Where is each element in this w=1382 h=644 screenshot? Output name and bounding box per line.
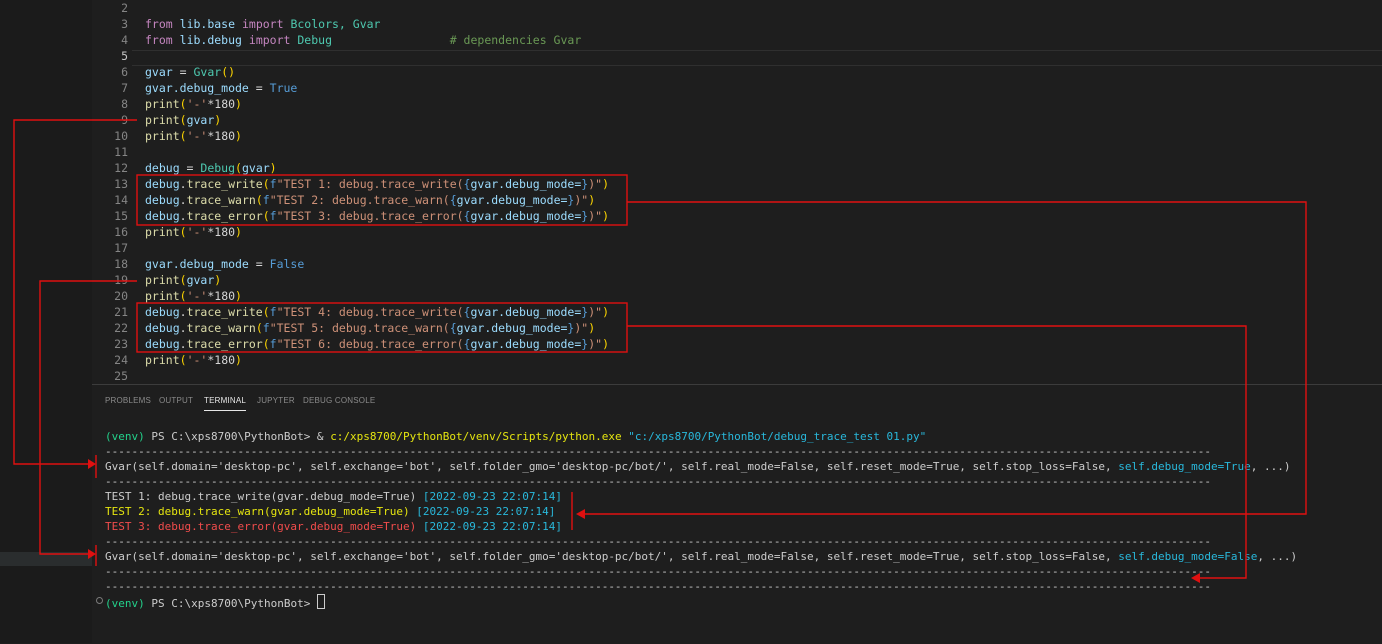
line-number: 12 (114, 161, 128, 175)
code-line-24[interactable]: 24 print('-'*180) (92, 352, 1382, 368)
terminal-gvar-output: Gvar(self.domain='desktop-pc', self.exch… (105, 550, 1298, 563)
line-number: 9 (121, 113, 128, 127)
terminal-separator: ----------------------------------------… (105, 565, 1211, 578)
code-text: debug = Debug(gvar) (145, 161, 277, 175)
line-number: 10 (114, 129, 128, 143)
code-text: debug.trace_write(f"TEST 4: debug.trace_… (145, 305, 609, 319)
line-number: 25 (114, 369, 128, 383)
terminal-separator: ----------------------------------------… (105, 580, 1211, 593)
tab-jupyter[interactable]: JUPYTER (257, 396, 295, 405)
terminal-separator: ----------------------------------------… (105, 475, 1211, 488)
code-line-6[interactable]: 6 gvar = Gvar() (92, 64, 1382, 80)
code-text: gvar.debug_mode = True (145, 81, 298, 95)
code-text: debug.trace_warn(f"TEST 2: debug.trace_w… (145, 193, 596, 207)
line-number: 4 (121, 33, 128, 47)
code-line-8[interactable]: 8 print('-'*180) (92, 96, 1382, 112)
code-line-12[interactable]: 12 debug = Debug(gvar) (92, 160, 1382, 176)
code-line-18[interactable]: 18 gvar.debug_mode = False (92, 256, 1382, 272)
terminal-test2: TEST 2: debug.trace_warn(gvar.debug_mode… (105, 505, 556, 518)
tab-terminal[interactable]: TERMINAL (204, 396, 247, 411)
line-number: 2 (121, 1, 128, 15)
terminal-command-line: (venv) PS C:\xps8700\PythonBot> & c:/xps… (105, 430, 927, 443)
terminal-gvar-output: Gvar(self.domain='desktop-pc', self.exch… (105, 460, 1291, 473)
code-text: gvar.debug_mode = False (145, 257, 305, 271)
code-line-3[interactable]: 3 from lib.base import Bcolors, Gvar (92, 16, 1382, 32)
code-line-13[interactable]: 13 debug.trace_write(f"TEST 1: debug.trac… (92, 176, 1382, 192)
code-line-11[interactable]: 11 (92, 144, 1382, 160)
line-number: 13 (114, 177, 128, 191)
code-line-25[interactable]: 25 (92, 368, 1382, 384)
line-number: 22 (114, 321, 128, 335)
code-line-17[interactable]: 17 (92, 240, 1382, 256)
line-number: 8 (121, 97, 128, 111)
terminal-separator: ----------------------------------------… (105, 535, 1211, 548)
code-text: print(gvar) (145, 113, 222, 127)
code-line-5[interactable]: 5 (92, 48, 1382, 64)
line-number: 16 (114, 225, 128, 239)
terminal-status-circle-icon (96, 597, 103, 604)
code-text: from lib.debug import Debug # dependenci… (145, 33, 582, 47)
code-text: from lib.base import Bcolors, Gvar (145, 17, 381, 31)
line-number: 20 (114, 289, 128, 303)
code-text: print('-'*180) (145, 353, 242, 367)
terminal-cursor (316, 594, 325, 609)
tab-debug-console[interactable]: DEBUG CONSOLE (303, 396, 375, 405)
code-line-9[interactable]: 9 print(gvar) (92, 112, 1382, 128)
code-text: print('-'*180) (145, 289, 242, 303)
left-gutter (0, 0, 92, 643)
terminal-test3: TEST 3: debug.trace_error(gvar.debug_mod… (105, 520, 562, 533)
code-line-14[interactable]: 14 debug.trace_warn(f"TEST 2: debug.trace… (92, 192, 1382, 208)
line-number: 21 (114, 305, 128, 319)
code-text: debug.trace_write(f"TEST 1: debug.trace_… (145, 177, 609, 191)
code-line-4[interactable]: 4 from lib.debug import Debug # dependenc… (92, 32, 1382, 48)
code-text: gvar = Gvar() (145, 65, 236, 79)
line-number: 3 (121, 17, 128, 31)
activity-highlight (0, 552, 92, 566)
terminal-test1: TEST 1: debug.trace_write(gvar.debug_mod… (105, 490, 562, 503)
code-line-19[interactable]: 19 print(gvar) (92, 272, 1382, 288)
line-number: 24 (114, 353, 128, 367)
code-line-16[interactable]: 16 print('-'*180) (92, 224, 1382, 240)
code-line-20[interactable]: 20 print('-'*180) (92, 288, 1382, 304)
code-text: debug.trace_warn(f"TEST 5: debug.trace_w… (145, 321, 596, 335)
line-number: 15 (114, 209, 128, 223)
tab-problems[interactable]: PROBLEMS (105, 396, 151, 405)
code-text: print('-'*180) (145, 225, 242, 239)
line-number: 17 (114, 241, 128, 255)
code-line-2[interactable]: 2 (92, 0, 1382, 16)
line-number: 11 (114, 145, 128, 159)
line-number: 6 (121, 65, 128, 79)
code-line-15[interactable]: 15 debug.trace_error(f"TEST 3: debug.trac… (92, 208, 1382, 224)
bottom-panel: PROBLEMS OUTPUT TERMINAL JUPYTER DEBUG C… (92, 384, 1382, 644)
code-editor[interactable]: 2 3 from lib.base import Bcolors, Gvar 4 f… (92, 0, 1382, 384)
code-text: debug.trace_error(f"TEST 6: debug.trace_… (145, 337, 609, 351)
code-text: print('-'*180) (145, 129, 242, 143)
code-line-7[interactable]: 7 gvar.debug_mode = True (92, 80, 1382, 96)
code-line-10[interactable]: 10 print('-'*180) (92, 128, 1382, 144)
code-text: debug.trace_error(f"TEST 3: debug.trace_… (145, 209, 609, 223)
code-text: print('-'*180) (145, 97, 242, 111)
line-number: 18 (114, 257, 128, 271)
code-text: print(gvar) (145, 273, 222, 287)
code-line-21[interactable]: 21 debug.trace_write(f"TEST 4: debug.trac… (92, 304, 1382, 320)
line-number: 19 (114, 273, 128, 287)
code-line-23[interactable]: 23 debug.trace_error(f"TEST 6: debug.trac… (92, 336, 1382, 352)
terminal-separator: ----------------------------------------… (105, 445, 1211, 458)
line-number: 5 (121, 49, 128, 63)
code-line-22[interactable]: 22 debug.trace_warn(f"TEST 5: debug.trace… (92, 320, 1382, 336)
terminal-prompt[interactable]: (venv) PS C:\xps8700\PythonBot> (105, 594, 1382, 611)
line-number: 23 (114, 337, 128, 351)
line-number: 7 (121, 81, 128, 95)
line-number: 14 (114, 193, 128, 207)
tab-output[interactable]: OUTPUT (159, 396, 193, 405)
